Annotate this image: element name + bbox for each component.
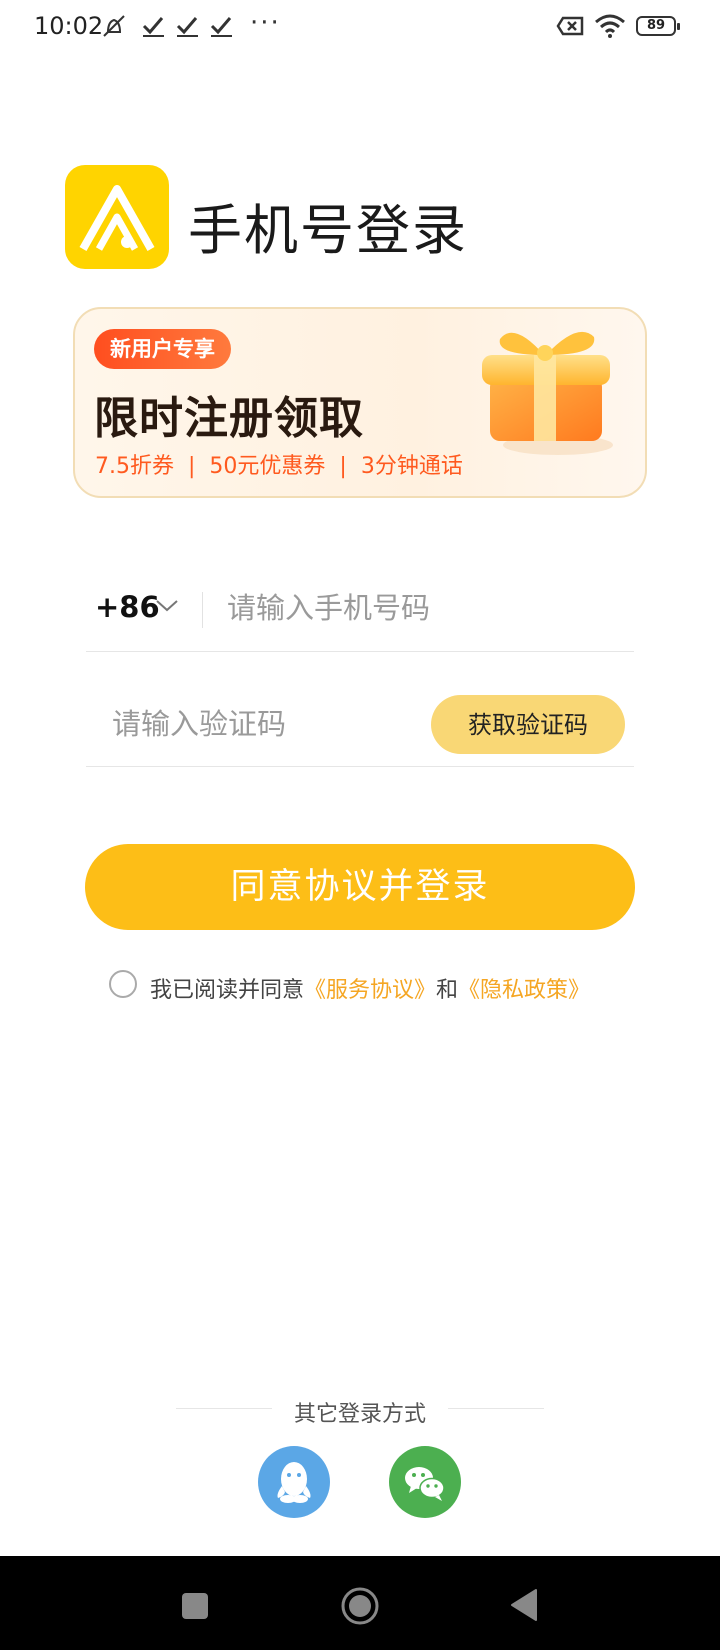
page-title: 手机号登录 [188, 199, 468, 262]
qq-icon [277, 1462, 311, 1503]
more-dots-icon: ··· [250, 8, 281, 38]
perk-item: 7.5折券 [95, 454, 174, 479]
perk-separator: | [188, 454, 196, 479]
perk-separator: | [339, 454, 347, 479]
get-code-button[interactable]: 获取验证码 [431, 695, 625, 754]
agreement-text: 我已阅读并同意《服务协议》和《隐私政策》 [150, 972, 590, 1004]
divider [86, 766, 634, 767]
agreement-checkbox[interactable] [109, 970, 137, 998]
promo-title: 限时注册领取 [94, 393, 364, 444]
promo-badge: 新用户专享 [94, 329, 231, 369]
wifi-icon [595, 14, 625, 38]
navigation-bar [0, 1556, 720, 1650]
app-logo [65, 165, 169, 269]
wechat-icon [405, 1467, 445, 1501]
sim-none-icon [556, 16, 584, 36]
qq-login-button[interactable] [258, 1446, 330, 1518]
app-logo-icon [79, 185, 155, 251]
divider [86, 651, 634, 652]
login-button[interactable]: 同意协议并登录 [85, 844, 635, 930]
phone-input[interactable] [227, 586, 627, 630]
status-time: 10:02 [34, 12, 104, 40]
mute-icon [103, 15, 125, 37]
promo-perks: 7.5折券 | 50元优惠券 | 3分钟通话 [95, 448, 463, 480]
agreement-prefix: 我已阅读并同意 [150, 978, 305, 1003]
home-icon[interactable] [340, 1586, 380, 1626]
agreement-and: 和 [436, 978, 459, 1003]
divider [448, 1408, 544, 1409]
status-bar: 10:02 ··· 89 [0, 0, 720, 56]
check-icon [176, 17, 198, 37]
perk-item: 50元优惠券 [209, 454, 326, 479]
service-agreement-link[interactable]: 《服务协议》 [304, 978, 436, 1003]
privacy-policy-link[interactable]: 《隐私政策》 [458, 978, 590, 1003]
chevron-down-icon[interactable] [155, 598, 179, 614]
battery-icon: 89 [636, 16, 680, 36]
check-icon [210, 17, 232, 37]
country-code[interactable]: +86 [95, 590, 160, 624]
other-login-label: 其它登录方式 [293, 1402, 426, 1427]
gift-box-icon [482, 331, 613, 455]
verification-code-input[interactable] [112, 702, 412, 746]
perk-item: 3分钟通话 [360, 454, 463, 479]
recent-apps-icon[interactable] [181, 1592, 209, 1620]
check-icon [142, 17, 164, 37]
divider [176, 1408, 272, 1409]
wechat-login-button[interactable] [389, 1446, 461, 1518]
back-icon[interactable] [510, 1588, 538, 1622]
divider [202, 592, 203, 628]
